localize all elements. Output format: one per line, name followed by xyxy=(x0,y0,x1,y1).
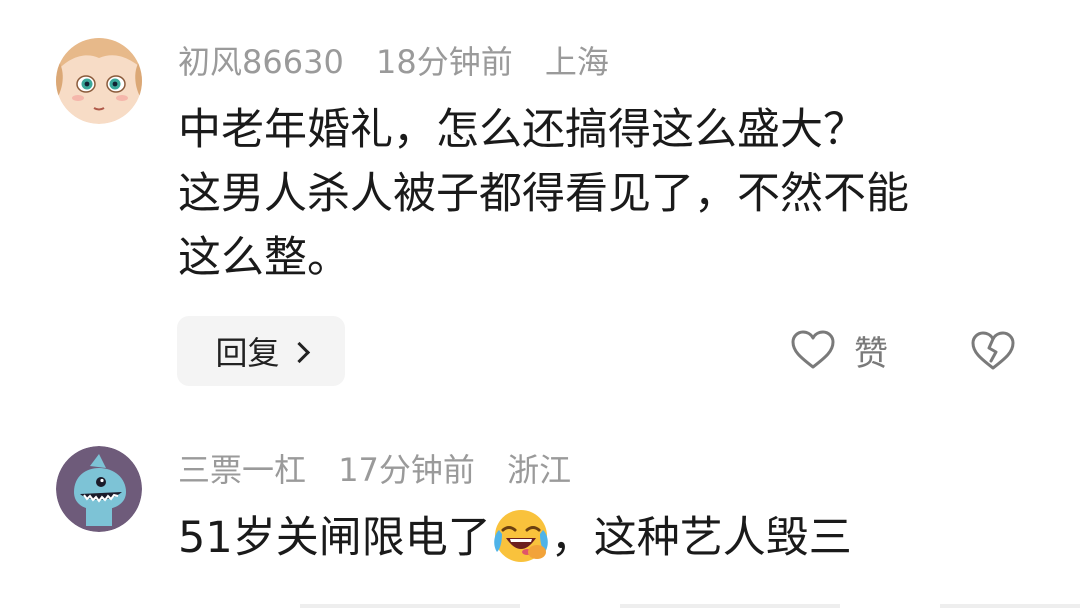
anime-girl-avatar-icon xyxy=(56,38,142,124)
reply-label: 回复 xyxy=(215,334,280,372)
comment-line: 中老年婚礼，怎么还搞得这么盛大？ xyxy=(178,105,866,155)
dislike-button[interactable] xyxy=(970,328,1016,374)
divider xyxy=(300,604,520,608)
location: 上海 xyxy=(544,43,609,81)
comment-meta: 初风86630 18分钟前 上海 xyxy=(178,42,631,82)
broken-heart-icon xyxy=(971,331,1015,370)
location: 浙江 xyxy=(507,451,572,489)
timestamp: 18分钟前 xyxy=(375,43,513,81)
divider xyxy=(940,604,1080,608)
comment-text-part: ，这种艺人毁三 xyxy=(550,513,852,563)
comment-meta: 三票一杠 17分钟前 浙江 xyxy=(178,450,593,490)
comment-line: 这男人杀人被子都得看见了，不然不能 xyxy=(178,169,909,219)
reply-button[interactable]: 回复 xyxy=(177,316,345,386)
comment-text-part: 51岁关闸限电了 xyxy=(178,513,491,563)
shark-monster-avatar-icon xyxy=(56,446,142,532)
username[interactable]: 初风86630 xyxy=(178,43,344,81)
comment-text: 51岁关闸限电了 ，这种艺人毁三 xyxy=(178,506,852,570)
comment-text: 中老年婚礼，怎么还搞得这么盛大？ 这男人杀人被子都得看见了，不然不能 这么整。 xyxy=(178,98,909,290)
comment-line: 这么整。 xyxy=(178,233,350,283)
divider xyxy=(620,604,840,608)
username[interactable]: 三票一杠 xyxy=(178,451,306,489)
like-label: 赞 xyxy=(854,333,888,374)
chevron-right-icon xyxy=(288,341,310,363)
like-button[interactable]: 赞 xyxy=(790,326,888,374)
laughing-crying-emoji-icon xyxy=(493,508,549,564)
avatar[interactable] xyxy=(56,38,142,124)
timestamp: 17分钟前 xyxy=(338,451,475,489)
comment-feed: 初风86630 18分钟前 上海 中老年婚礼，怎么还搞得这么盛大？ 这男人杀人被… xyxy=(0,0,1080,608)
heart-icon xyxy=(791,330,835,369)
avatar[interactable] xyxy=(56,446,142,532)
